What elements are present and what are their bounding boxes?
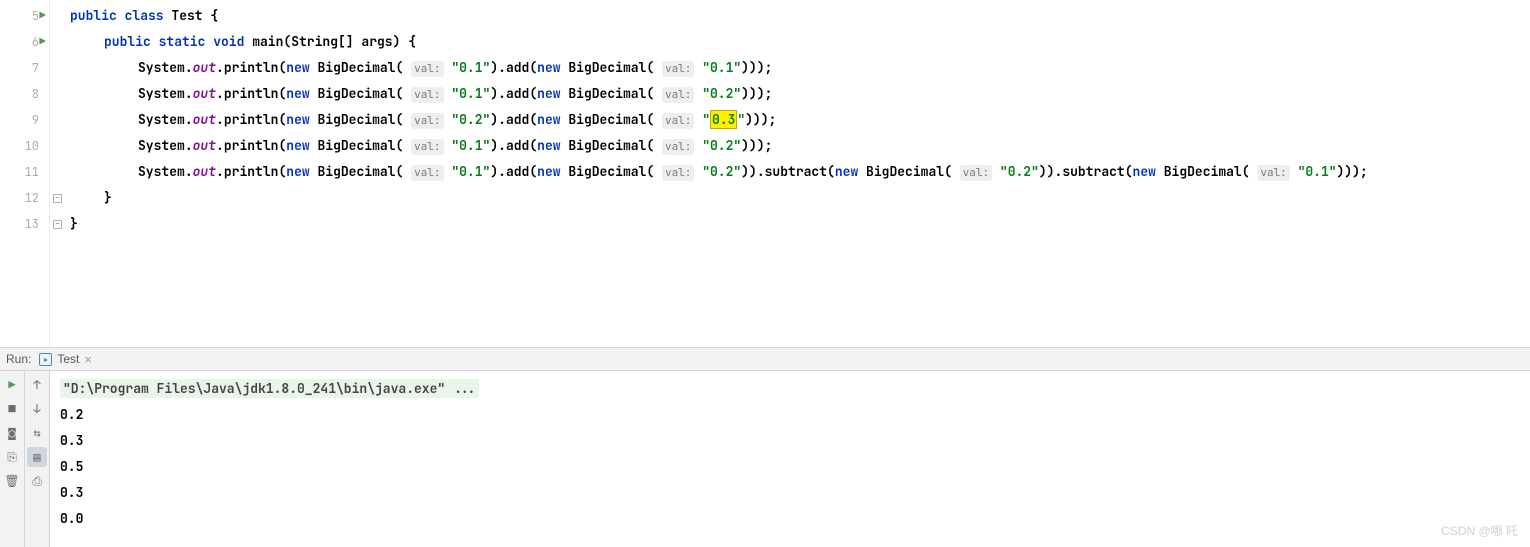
param-hint: val: (1257, 165, 1289, 181)
selection-highlight[interactable]: 0.3 (710, 110, 737, 129)
gutter: 5▶ 6▶ 7 8 9 10 11 12 13 (0, 0, 50, 347)
close-tab-icon[interactable]: × (84, 352, 92, 367)
param-hint: val: (411, 165, 443, 181)
print-button[interactable]: ⎙ (27, 471, 47, 491)
console-line[interactable]: 0.5 (60, 454, 1520, 480)
gutter-line[interactable]: 6▶ (0, 29, 49, 55)
run-toolbar-left: ▶ ■ ◙ ⎘ 🗑 (0, 371, 25, 547)
param-hint: val: (411, 139, 443, 155)
param-hint: val: (662, 139, 694, 155)
run-toolwindow-header: Run: Test × (0, 348, 1530, 371)
gutter-line[interactable]: 11 (0, 159, 49, 185)
param-hint: val: (662, 87, 694, 103)
exec-command: "D:\Program Files\Java\jdk1.8.0_241\bin\… (60, 379, 479, 398)
console-line[interactable]: 0.2 (60, 402, 1520, 428)
run-config-icon (39, 353, 52, 366)
run-gutter-icon[interactable]: ▶ (39, 9, 46, 23)
exit-button[interactable]: ⎘ (2, 447, 22, 467)
code-line[interactable]: System.out.println(new BigDecimal( val: … (70, 107, 1530, 133)
param-hint: val: (662, 113, 694, 129)
console-panel: ▶ ■ ◙ ⎘ 🗑 ↑ ↓ ⇆ ▤ ⎙ "D:\Program Files\Ja… (0, 371, 1530, 547)
fold-handle-icon[interactable] (53, 194, 62, 203)
fold-handle-icon[interactable] (53, 220, 62, 229)
code-line[interactable]: System.out.println(new BigDecimal( val: … (70, 55, 1530, 81)
line-number: 10 (25, 138, 39, 154)
code-area[interactable]: public class Test { public static void m… (64, 0, 1530, 347)
code-line[interactable]: } (70, 185, 1530, 211)
line-number: 5 (32, 8, 39, 24)
param-hint: val: (960, 165, 992, 181)
line-number: 11 (25, 164, 39, 180)
code-editor: 5▶ 6▶ 7 8 9 10 11 12 13 public class Tes… (0, 0, 1530, 348)
console-line[interactable]: 0.3 (60, 480, 1520, 506)
dump-button[interactable]: ◙ (2, 423, 22, 443)
code-line[interactable]: System.out.println(new BigDecimal( val: … (70, 159, 1530, 185)
run-config-tab[interactable]: Test × (31, 350, 100, 369)
run-tab-name: Test (57, 352, 79, 366)
line-number: 6 (32, 34, 39, 50)
stop-button[interactable]: ■ (2, 399, 22, 419)
line-number: 12 (25, 190, 39, 206)
code-line[interactable]: System.out.println(new BigDecimal( val: … (70, 81, 1530, 107)
gutter-line[interactable]: 13 (0, 211, 49, 237)
param-hint: val: (662, 165, 694, 181)
param-hint: val: (411, 113, 443, 129)
gutter-line[interactable]: 12 (0, 185, 49, 211)
up-button[interactable]: ↑ (27, 375, 47, 395)
run-toolbar-right: ↑ ↓ ⇆ ▤ ⎙ (25, 371, 50, 547)
code-line[interactable]: public class Test { (70, 3, 1530, 29)
scroll-to-end-button[interactable]: ▤ (27, 447, 47, 467)
gutter-line[interactable]: 5▶ (0, 3, 49, 29)
console-output[interactable]: "D:\Program Files\Java\jdk1.8.0_241\bin\… (50, 371, 1530, 547)
code-line[interactable]: public static void main(String[] args) { (70, 29, 1530, 55)
run-gutter-icon[interactable]: ▶ (39, 35, 46, 49)
softwrap-button[interactable]: ⇆ (27, 423, 47, 443)
down-button[interactable]: ↓ (27, 399, 47, 419)
rerun-button[interactable]: ▶ (2, 375, 22, 395)
watermark: CSDN @哪 吒 (1441, 522, 1518, 539)
console-line[interactable]: 0.3 (60, 428, 1520, 454)
console-line[interactable]: 0.0 (60, 506, 1520, 532)
run-label: Run: (6, 352, 31, 366)
code-line[interactable]: } (70, 211, 1530, 237)
gutter-line[interactable]: 10 (0, 133, 49, 159)
trash-button[interactable]: 🗑 (2, 471, 22, 491)
code-line[interactable]: System.out.println(new BigDecimal( val: … (70, 133, 1530, 159)
console-line[interactable]: "D:\Program Files\Java\jdk1.8.0_241\bin\… (60, 376, 1520, 402)
line-number: 9 (32, 112, 39, 128)
line-number: 8 (32, 86, 39, 102)
gutter-line[interactable]: 8 (0, 81, 49, 107)
line-number: 7 (32, 60, 39, 76)
gutter-line[interactable]: 7 (0, 55, 49, 81)
param-hint: val: (662, 61, 694, 77)
param-hint: val: (411, 61, 443, 77)
line-number: 13 (25, 216, 39, 232)
fold-column (50, 0, 64, 347)
param-hint: val: (411, 87, 443, 103)
gutter-line[interactable]: 9 (0, 107, 49, 133)
